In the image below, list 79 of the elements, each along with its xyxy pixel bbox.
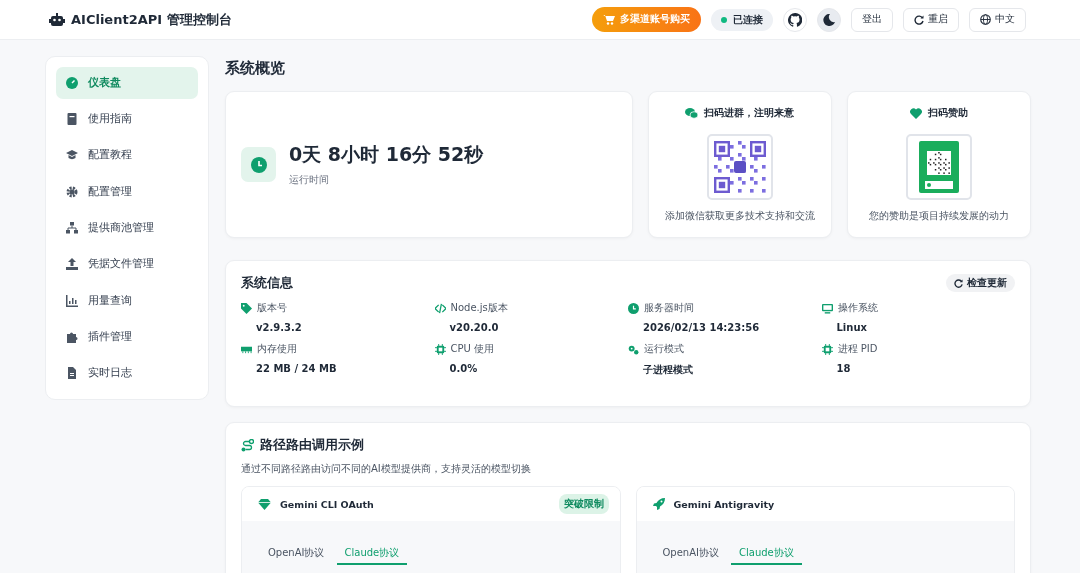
info-item-icon (628, 343, 639, 355)
section-title: 系统信息 (241, 274, 293, 292)
info-item-icon (821, 302, 833, 314)
sidebar-item[interactable]: 仪表盘 (56, 67, 198, 99)
theme-toggle-button[interactable] (817, 7, 841, 32)
provider-name: Gemini Antigravity (673, 498, 776, 510)
protocol-tab[interactable]: OpenAI协议 (654, 543, 727, 565)
section-title: 路径路由调用示例 (260, 437, 364, 454)
heart-icon (909, 107, 922, 119)
info-value: 22 MB / 24 MB (256, 363, 338, 374)
sidebar-item[interactable]: 实时日志 (56, 357, 198, 389)
info-value: 子进程模式 (643, 363, 694, 377)
provider-badge: 突破限制 (558, 494, 609, 514)
info-value: 0.0% (449, 363, 479, 374)
uptime-value: 0天 8小时 16分 52秒 (289, 142, 484, 167)
info-label: 运行模式 (644, 342, 684, 356)
info-value: Linux (836, 322, 868, 333)
menu-item-icon (66, 76, 78, 89)
github-button[interactable] (783, 7, 807, 32)
qr-card-caption: 添加微信获取更多技术支持和交流 (664, 209, 815, 223)
uptime-label: 运行时间 (289, 173, 330, 187)
info-value: 18 (836, 363, 852, 374)
menu-item-icon (66, 113, 78, 126)
language-button[interactable]: 中文 (969, 7, 1026, 32)
info-item-icon (434, 302, 446, 314)
info-label: 内存使用 (257, 342, 297, 356)
info-label: 进程 PID (837, 342, 878, 356)
robot-icon (49, 12, 65, 27)
sidebar-item[interactable]: 用量查询 (56, 284, 198, 317)
refresh-icon (954, 278, 963, 288)
info-item-icon (434, 343, 446, 355)
rocket-icon (652, 498, 665, 510)
info-value: v2.9.3.2 (256, 322, 303, 333)
qr-card-title: 扫码进群，注明来意 (704, 106, 795, 120)
page-title: 系统概览 (225, 59, 286, 78)
menu-item-icon (66, 185, 78, 198)
info-label: 服务器时间 (644, 301, 694, 315)
sidebar-item[interactable]: 插件管理 (56, 321, 198, 353)
gem-icon (258, 498, 271, 510)
route-icon (241, 439, 254, 452)
chat-bubbles-icon (685, 107, 699, 119)
app-title: AIClient2API 管理控制台 (71, 10, 232, 29)
section-description: 通过不同路径路由访问不同的AI模型提供商，支持灵活的模型切换 (241, 462, 532, 476)
status-label: 已连接 (733, 12, 763, 27)
menu-item-icon (66, 330, 78, 343)
clock-icon (241, 147, 276, 182)
info-label: 操作系统 (837, 301, 878, 315)
sidebar-item[interactable]: 凭据文件管理 (56, 248, 198, 281)
info-item-icon (821, 343, 833, 355)
payment-qr-drawing (918, 141, 959, 193)
check-update-button[interactable]: 检查更新 (946, 274, 1015, 292)
menu-item-icon (66, 149, 78, 162)
menu-item-icon (66, 222, 78, 234)
globe-icon (980, 14, 991, 25)
menu-item-icon (66, 258, 78, 271)
sidebar-item[interactable]: 配置教程 (56, 139, 198, 172)
refresh-icon (914, 14, 924, 25)
provider-name: Gemini CLI OAuth (280, 498, 375, 510)
restart-button[interactable]: 重启 (903, 7, 959, 32)
qr-card-caption: 您的赞助是项目持续发展的动力 (868, 209, 1009, 223)
info-label: 版本号 (257, 301, 287, 315)
sidebar-item[interactable]: 提供商池管理 (56, 212, 198, 244)
moon-icon (823, 13, 835, 26)
protocol-tab[interactable]: OpenAI协议 (260, 543, 333, 565)
info-value: 2026/02/13 14:23:56 (643, 322, 761, 333)
sidebar-item[interactable]: 使用指南 (56, 103, 198, 135)
menu-item-icon (66, 367, 78, 380)
info-label: CPU 使用 (450, 342, 494, 356)
qr-code-drawing (713, 141, 766, 193)
logout-button[interactable]: 登出 (851, 7, 893, 32)
info-label: Node.js版本 (450, 301, 508, 315)
qr-card-title: 扫码赞助 (927, 106, 968, 120)
menu-item-icon (66, 294, 78, 307)
info-value: v20.20.0 (449, 322, 500, 333)
cart-icon (603, 14, 615, 25)
sidebar-item[interactable]: 配置管理 (56, 175, 198, 208)
github-icon (788, 12, 802, 27)
info-item-icon (628, 302, 639, 314)
info-item-icon (241, 302, 252, 314)
